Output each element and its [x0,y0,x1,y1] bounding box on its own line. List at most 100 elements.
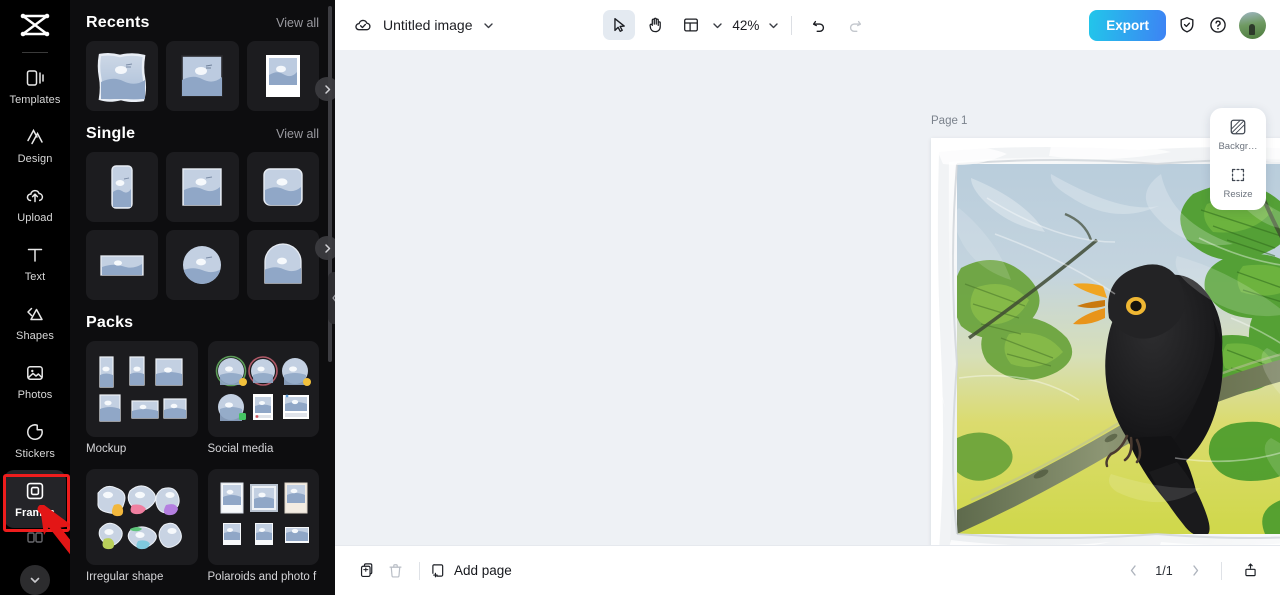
pack-thumb [207,469,319,565]
background-tool[interactable]: Backgr… [1211,117,1265,152]
frame-thumb[interactable] [246,230,319,300]
frame-thumb[interactable] [86,152,159,222]
redo-button[interactable] [839,10,871,40]
sidebar-item-shapes[interactable]: Shapes [4,293,66,351]
zoom-chevron-down-icon[interactable] [767,19,780,32]
bottom-divider-right [1221,561,1222,580]
left-sidebar: Templates Design Upload Text Shapes Phot… [0,0,70,595]
background-tool-label: Backgr… [1218,141,1258,152]
pack-item-polaroids[interactable]: Polaroids and photo f [207,469,319,583]
single-next-button[interactable] [315,236,335,260]
toolbar-right-group: Export [1089,9,1266,41]
title-chevron-down-icon[interactable] [482,19,495,32]
pack-item-social-media[interactable]: Social media [207,341,319,455]
pack-label: Irregular shape [86,571,164,583]
frame-thumb[interactable] [166,41,239,111]
frame-thumb[interactable] [166,230,239,300]
sidebar-item-frames[interactable]: Frames [4,470,66,528]
sidebar-item-label: Photos [17,388,53,401]
add-page-label: Add page [454,563,512,578]
pack-item-irregular-shape[interactable]: Irregular shape [86,469,198,583]
sidebar-item-label: Text [24,270,46,283]
sidebar-item-label: Templates [9,93,61,106]
frame-thumb[interactable] [166,152,239,222]
export-button[interactable]: Export [1089,9,1166,41]
frames-icon [24,480,46,502]
frame-thumb[interactable] [246,152,319,222]
shield-check-icon[interactable] [1177,15,1197,35]
bottom-divider [419,561,420,580]
view-all-recents[interactable]: View all [276,16,319,30]
stickers-icon [24,421,46,443]
layout-grid-tool-button[interactable] [675,10,707,40]
help-circle-icon[interactable] [1208,15,1228,35]
select-tool-button[interactable] [603,10,636,40]
shapes-icon [24,303,46,325]
sidebar-item-design[interactable]: Design [4,116,66,174]
frame-thumb[interactable] [86,41,159,111]
section-header-packs: Packs [86,300,319,341]
sidebar-item-text[interactable]: Text [4,234,66,292]
section-title: Recents [86,14,150,31]
sidebar-item-upload[interactable]: Upload [4,175,66,233]
zoom-level-value[interactable]: 42% [728,18,763,33]
resize-icon [1228,165,1248,185]
hand-pan-tool-button[interactable] [639,10,671,40]
sidebar-item-partial[interactable] [4,529,66,559]
design-icon [24,126,46,148]
section-title: Single [86,125,136,142]
app-root: Templates Design Upload Text Shapes Phot… [0,0,1280,595]
view-all-single[interactable]: View all [276,127,319,141]
duplicate-button[interactable] [353,557,381,585]
templates-icon [24,67,46,89]
pack-thumb [86,341,198,437]
upload-cloud-icon [24,185,46,207]
sidebar-item-label: Shapes [16,329,54,342]
section-header-recents: Recents View all [86,0,319,41]
document-title[interactable]: Untitled image [383,17,473,33]
bottom-toolbar: Add page 1/1 [335,545,1280,595]
pack-thumb [86,469,198,565]
page-navigation: 1/1 [1121,557,1264,585]
single-grid-row1 [86,152,319,222]
sidebar-item-label: Frames [15,506,55,519]
capcut-logo[interactable] [0,4,70,46]
sidebar-more-button[interactable] [20,565,50,595]
page-indicator: 1/1 [1155,563,1173,578]
page-label: Page 1 [931,114,968,127]
export-page-button[interactable] [1236,557,1264,585]
frames-panel-scroll: Recents View all Single View all Packs M… [70,0,335,595]
sidebar-divider [22,52,48,53]
frame-thumb[interactable] [246,41,319,111]
layout-chevron-down-icon[interactable] [711,19,724,32]
prev-page-button[interactable] [1121,559,1145,583]
section-header-single: Single View all [86,111,319,152]
top-toolbar: Untitled image 42% Export [335,0,1280,50]
undo-button[interactable] [803,10,835,40]
add-page-button[interactable]: Add page [430,562,512,579]
resize-tool[interactable]: Resize [1211,165,1265,200]
sidebar-item-stickers[interactable]: Stickers [4,411,66,469]
sidebar-item-photos[interactable]: Photos [4,352,66,410]
recents-grid [86,41,319,111]
sidebar-item-templates[interactable]: Templates [4,57,66,115]
canvas-area: Page 1 Backgr… Resize [335,50,1280,545]
panel-collapse-handle[interactable] [328,272,335,324]
single-grid-row2 [86,230,319,300]
toolbar-divider [791,15,793,35]
user-avatar[interactable] [1238,11,1266,39]
pack-label: Social media [207,443,274,455]
sidebar-item-label: Upload [17,211,53,224]
pack-thumb [207,341,319,437]
delete-button[interactable] [381,557,409,585]
next-page-button[interactable] [1183,559,1207,583]
cloud-saved-icon[interactable] [353,15,373,35]
sidebar-item-label: Stickers [15,447,55,460]
add-page-icon [430,562,447,579]
text-icon [24,244,46,266]
background-icon [1228,117,1248,137]
frame-thumb[interactable] [86,230,159,300]
recents-next-button[interactable] [315,77,335,101]
sidebar-item-label: Design [17,152,53,165]
pack-item-mockup[interactable]: Mockup [86,341,198,455]
